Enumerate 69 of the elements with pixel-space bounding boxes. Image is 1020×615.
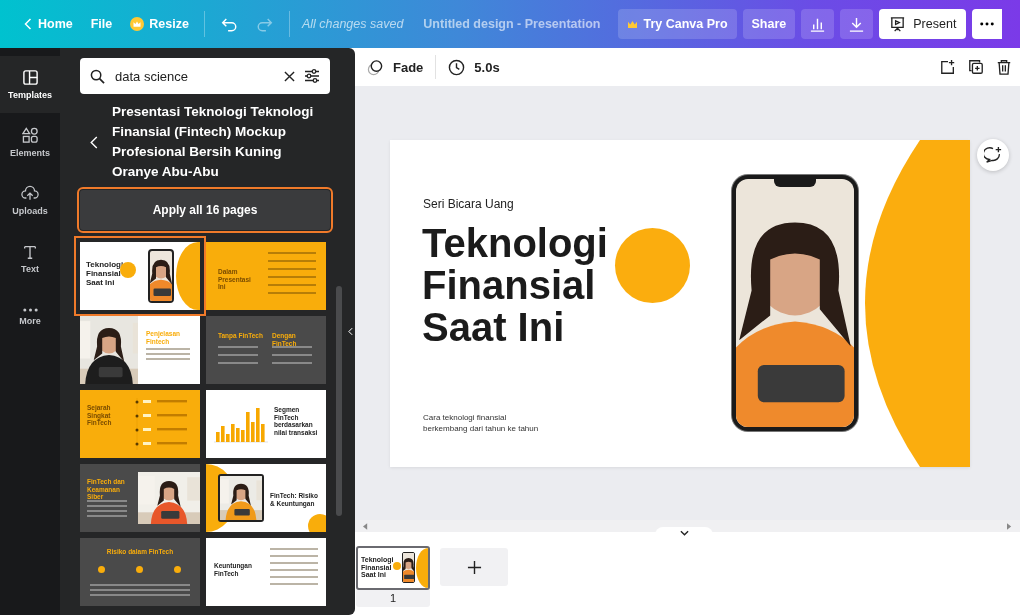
more-icon [980,22,995,26]
text-icon [22,243,38,260]
more-icon [21,307,39,312]
text-lines [146,348,190,360]
text-lines [272,346,312,364]
transition-button[interactable]: Fade [359,52,432,82]
agenda-lines [268,252,316,294]
circle-shape [98,566,105,573]
back-icon [23,17,33,31]
undo-icon [219,16,238,32]
comment-button[interactable] [977,139,1009,171]
apply-all-button[interactable]: Apply all 16 pages [80,190,330,230]
save-status: All changes saved [301,17,404,31]
circle-shape [174,566,181,573]
scrollbar[interactable] [336,286,342,516]
search-icon [90,68,105,84]
present-button[interactable]: Present [879,9,967,39]
more-button[interactable] [972,9,1003,39]
shapes-icon [21,127,39,144]
insights-button[interactable] [801,9,835,39]
redo-icon [255,16,274,32]
layout-icon [21,69,39,86]
trash-icon[interactable] [996,59,1012,75]
rail-tab[interactable]: Elements [0,114,60,171]
page-number: 1 [389,591,397,606]
slide-caption-line: berkembang dari tahun ke tahun [423,423,539,434]
slide-kicker: Seri Bicara Uang [423,197,514,211]
chevron-left-icon [347,327,353,336]
add-page-icon[interactable] [940,59,956,75]
text-lines [270,548,318,585]
cloud-upload-icon [21,185,39,202]
circle-shape [136,566,143,573]
rail-tab[interactable]: Text [0,230,60,287]
chevron-down-icon [679,530,689,536]
download-button[interactable] [840,9,874,39]
template-title: Presentasi Teknologi Teknologi Finansial (Fintech) Mockup Profesional Bersih Kuning Oranye Abu-Abu [112,103,315,181]
rail-tab[interactable]: Templates [0,56,60,113]
text-lines [87,500,127,517]
slide-title-line: Saat Ini [422,306,566,348]
crown-icon [627,19,639,29]
search-field[interactable]: data science [80,58,330,94]
download-icon [848,15,866,33]
scroll-right-icon[interactable] [1007,522,1012,530]
rail-tab[interactable]: Uploads [0,172,60,229]
slide-title-line: Teknologi [422,222,608,264]
slide-caption-line: Cara teknologi finansial [423,412,508,423]
duration-button[interactable]: 5.0s [440,52,508,82]
circle-shape [393,562,401,570]
slide-title: Teknologi Finansial Saat Ini [86,260,124,287]
rail-tab[interactable]: More [0,288,60,345]
circles-icon [367,58,384,76]
collapse-handle[interactable] [345,48,355,615]
plus-icon [466,559,482,575]
phone-notch [774,179,816,187]
filter-icon[interactable] [304,68,320,84]
add-comment-icon [984,146,1002,164]
close-icon[interactable] [284,70,295,82]
clock-icon [448,58,466,76]
scroll-left-icon[interactable] [363,522,368,530]
crown-icon [130,17,145,31]
try-pro-button[interactable]: Try Canva Pro [618,9,737,39]
horizontal-scrollbar[interactable] [355,520,1020,532]
slide-title-line: Finansial [422,264,596,306]
slide[interactable]: Seri Bicara Uang Teknologi Finansial Saat Ini Cara teknologi finansial berkembang dari tahun ke tahun [390,140,970,467]
duplicate-icon[interactable] [968,59,984,75]
text-lines [218,346,258,364]
presentation-icon [889,15,907,33]
share-button[interactable]: Share [742,9,796,39]
back-icon[interactable] [90,135,98,149]
